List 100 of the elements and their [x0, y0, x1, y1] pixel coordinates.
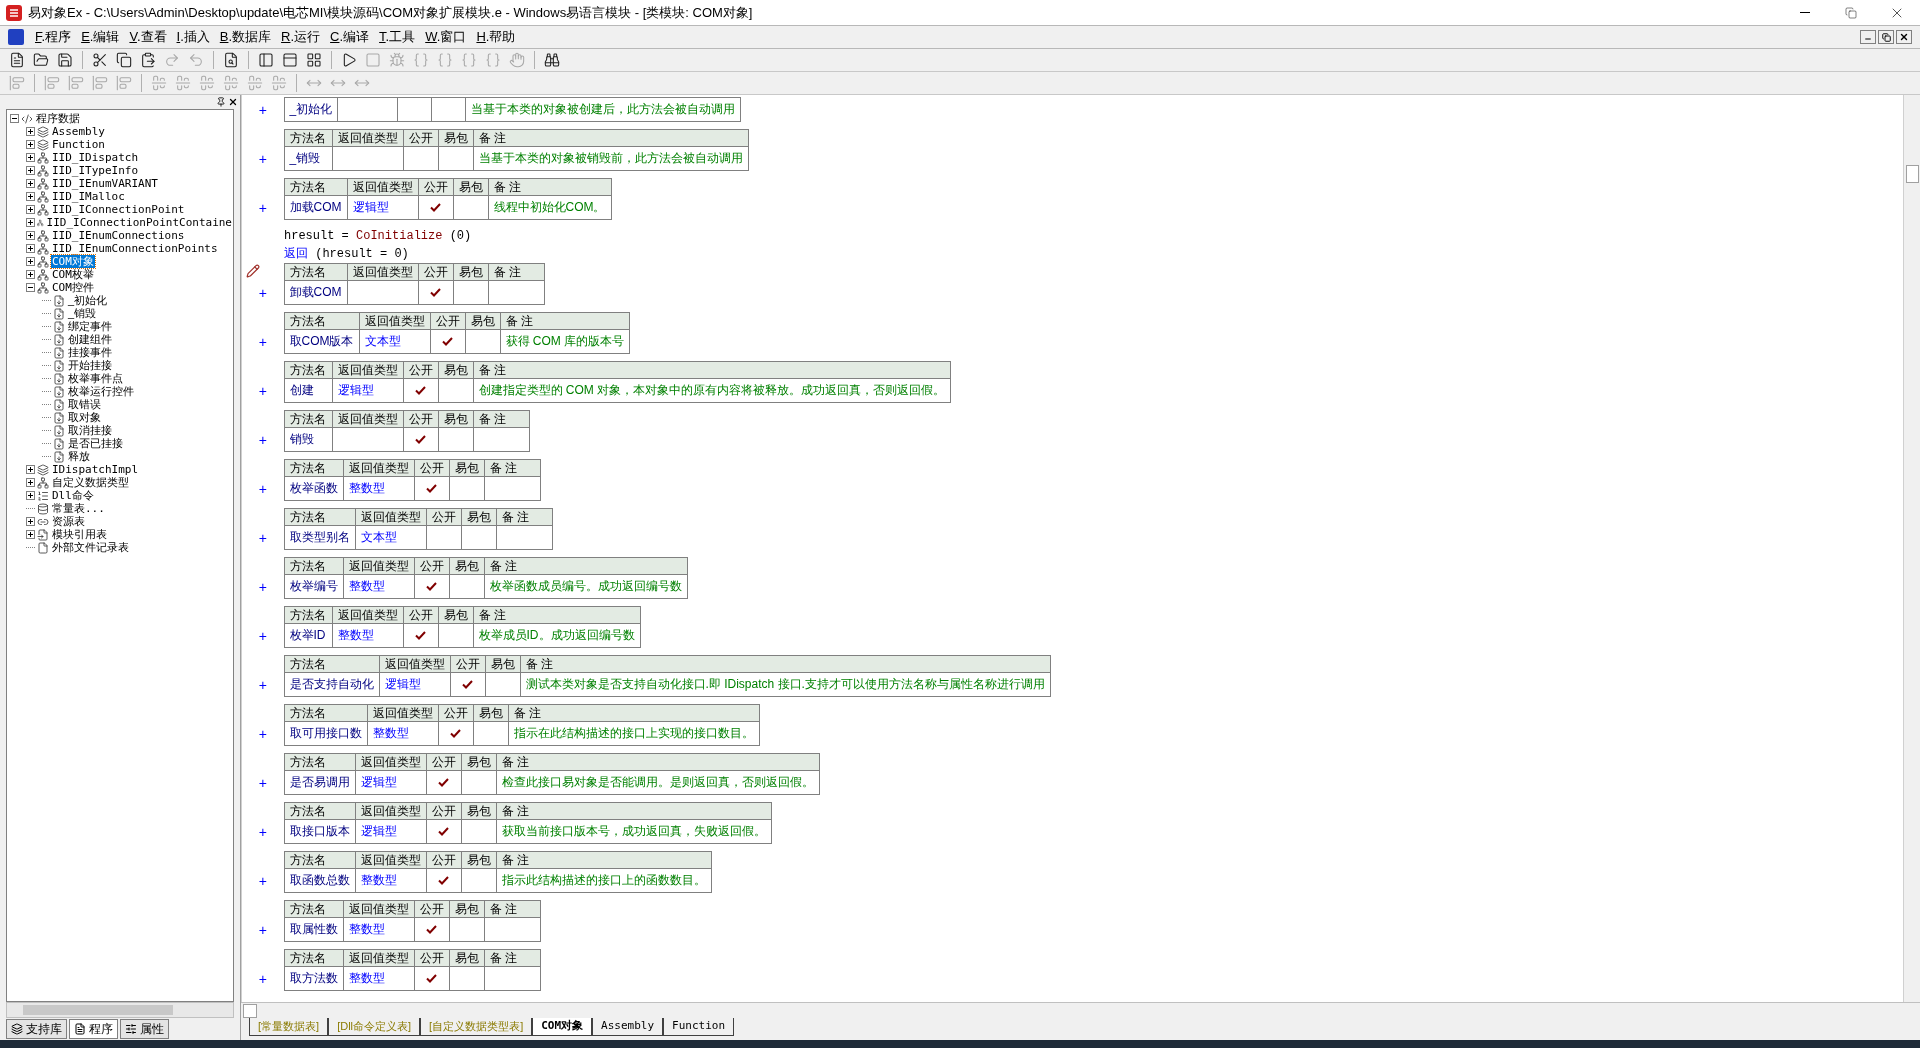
expand-button[interactable]: +	[258, 102, 267, 117]
expand-button[interactable]: +	[258, 530, 267, 545]
expand-toggle[interactable]	[26, 478, 35, 487]
sidebar-tab[interactable]: 属性	[120, 1019, 169, 1039]
tree-item[interactable]: 资源表	[51, 515, 86, 528]
expand-toggle[interactable]	[26, 517, 35, 526]
tree-item[interactable]: IID_IMalloc	[51, 190, 126, 203]
sidebar-tab[interactable]: 支持库	[6, 1019, 67, 1039]
editor-tab[interactable]: COM对象	[532, 1018, 593, 1036]
menu-item[interactable]: I.插入	[173, 27, 213, 47]
expand-button[interactable]: +	[258, 628, 267, 643]
expand-button[interactable]: +	[258, 334, 267, 349]
collapse-toggle[interactable]	[26, 283, 35, 292]
editor-tab[interactable]: [自定义数据类型表]	[420, 1018, 533, 1036]
tree-item[interactable]: Assembly	[51, 125, 106, 138]
horizontal-scrollbar[interactable]	[6, 1002, 234, 1018]
expand-toggle[interactable]	[26, 153, 35, 162]
editor-tab[interactable]: Assembly	[592, 1018, 664, 1036]
tree-item[interactable]: 绑定事件	[67, 320, 113, 333]
expand-button[interactable]: +	[258, 481, 267, 496]
expand-toggle[interactable]	[26, 192, 35, 201]
expand-button[interactable]: +	[258, 579, 267, 594]
tree-item[interactable]: IID_IEnumConnectionPoints	[51, 242, 219, 255]
expand-button[interactable]: +	[258, 971, 267, 986]
editor-tab[interactable]: [Dll命令定义表]	[328, 1018, 421, 1036]
tree-item[interactable]: _初始化	[67, 294, 109, 307]
expand-toggle[interactable]	[26, 205, 35, 214]
tree-item[interactable]: 创建组件	[67, 333, 113, 346]
plus-icon	[27, 479, 34, 486]
menu-item[interactable]: E.编辑	[78, 27, 123, 47]
tree-item[interactable]: IID_IEnumVARIANT	[51, 177, 159, 190]
sidebar-tab[interactable]: 程序	[69, 1019, 118, 1039]
expand-toggle[interactable]	[26, 140, 35, 149]
expand-toggle[interactable]	[26, 244, 35, 253]
expand-button[interactable]: +	[258, 432, 267, 447]
tree-item[interactable]: COM控件	[51, 281, 95, 294]
tree-item[interactable]: 是否已挂接	[67, 437, 124, 450]
expand-toggle[interactable]	[26, 491, 35, 500]
tree-item[interactable]: 程序数据	[35, 112, 81, 125]
expand-button[interactable]: +	[258, 677, 267, 692]
tree-item[interactable]: 挂接事件	[67, 346, 113, 359]
expand-toggle[interactable]	[26, 166, 35, 175]
menu-item[interactable]: F.程序	[32, 27, 75, 47]
expand-button[interactable]: +	[258, 824, 267, 839]
menu-item[interactable]: H.帮助	[473, 27, 519, 47]
expand-toggle[interactable]	[26, 270, 35, 279]
expand-button[interactable]: +	[258, 383, 267, 398]
tree-item[interactable]: _销毁	[67, 307, 98, 320]
editor-tab[interactable]: [常量数据表]	[249, 1018, 329, 1036]
expand-toggle[interactable]	[26, 530, 35, 539]
tree-item[interactable]: IID_ITypeInfo	[51, 164, 140, 177]
menu-item[interactable]: W.窗口	[422, 27, 470, 47]
tree-item[interactable]: IID_IEnumConnections	[51, 229, 186, 242]
expand-toggle[interactable]	[26, 231, 35, 240]
menu-item[interactable]: R.运行	[278, 27, 324, 47]
editor-horizontal-scrollbar[interactable]	[241, 1002, 1920, 1018]
pin-icon[interactable]	[216, 97, 226, 107]
return-type-cell: 整数型	[332, 623, 403, 648]
expand-button[interactable]: +	[258, 285, 267, 300]
expand-toggle[interactable]	[26, 218, 35, 227]
menu-item[interactable]: C.编译	[327, 27, 373, 47]
tree-item[interactable]: 开始挂接	[67, 359, 113, 372]
mdi-minimize-button[interactable]	[1860, 30, 1876, 44]
tree-item[interactable]: 枚举运行控件	[67, 385, 135, 398]
expand-toggle[interactable]	[26, 465, 35, 474]
expand-button[interactable]: +	[258, 873, 267, 888]
mdi-restore-button[interactable]	[1878, 30, 1894, 44]
tree-item[interactable]: 枚举事件点	[67, 372, 124, 385]
menu-item[interactable]: B.数据库	[216, 27, 275, 47]
tree-item[interactable]: IID_IConnectionPointContaine	[45, 216, 233, 229]
tree-item[interactable]: 模块引用表	[51, 528, 108, 541]
menu-item[interactable]: T.工具	[376, 27, 419, 47]
tree-item[interactable]: 取错误	[67, 398, 102, 411]
tree-item[interactable]: IID_IDispatch	[51, 151, 140, 164]
tree-item[interactable]: 释放	[67, 450, 91, 463]
tree-item[interactable]: 自定义数据类型	[51, 476, 130, 489]
vertical-scrollbar[interactable]	[1903, 95, 1920, 1002]
tree-item[interactable]: 常量表...	[51, 502, 106, 515]
expand-button[interactable]: +	[258, 922, 267, 937]
close-icon[interactable]	[228, 97, 238, 107]
expand-button[interactable]: +	[258, 726, 267, 741]
expand-button[interactable]: +	[258, 200, 267, 215]
tree-item[interactable]: COM对象	[51, 255, 95, 268]
expand-button[interactable]: +	[258, 151, 267, 166]
expand-toggle[interactable]	[26, 179, 35, 188]
menu-item[interactable]: V.查看	[126, 27, 170, 47]
tree-item[interactable]: 取消挂接	[67, 424, 113, 437]
tree-item[interactable]: 取对象	[67, 411, 102, 424]
expand-toggle[interactable]	[26, 257, 35, 266]
tree-item[interactable]: Dll命令	[51, 489, 95, 502]
tree-item[interactable]: Function	[51, 138, 106, 151]
mdi-close-button[interactable]	[1896, 30, 1912, 44]
tree-item[interactable]: IID_IConnectionPoint	[51, 203, 186, 216]
collapse-toggle[interactable]	[10, 114, 19, 123]
expand-button[interactable]: +	[258, 775, 267, 790]
tree-item[interactable]: COM枚举	[51, 268, 95, 281]
expand-toggle[interactable]	[26, 127, 35, 136]
editor-tab[interactable]: Function	[663, 1018, 735, 1036]
tree-item[interactable]: IDispatchImpl	[51, 463, 140, 476]
tree-item[interactable]: 外部文件记录表	[51, 541, 130, 554]
